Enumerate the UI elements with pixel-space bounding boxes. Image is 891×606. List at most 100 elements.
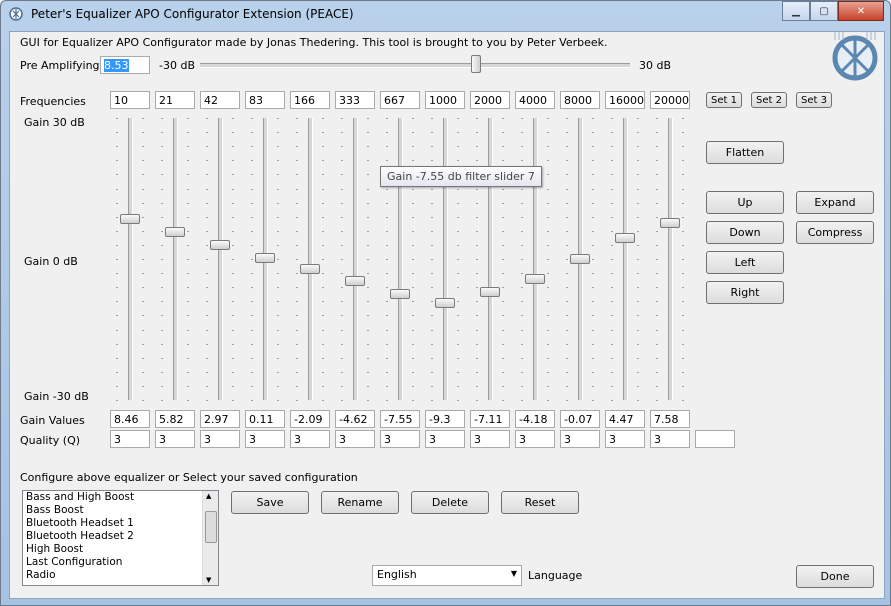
gain-value-field-4[interactable]: 0.11 bbox=[245, 410, 285, 428]
frequency-field-2[interactable]: 21 bbox=[155, 91, 195, 109]
eq-slider-track-9[interactable] bbox=[488, 118, 493, 400]
gain-value-field-12[interactable]: 4.47 bbox=[605, 410, 645, 428]
frequency-field-7[interactable]: 667 bbox=[380, 91, 420, 109]
quality-field-14[interactable] bbox=[695, 430, 735, 448]
frequency-field-12[interactable]: 16000 bbox=[605, 91, 645, 109]
right-button[interactable]: Right bbox=[706, 281, 784, 304]
preamp-slider-track[interactable] bbox=[200, 63, 630, 68]
gain-value-field-6[interactable]: -4.62 bbox=[335, 410, 375, 428]
set-2-button[interactable]: Set 2 bbox=[751, 92, 787, 108]
eq-slider-thumb-8[interactable] bbox=[435, 298, 455, 308]
quality-field-6[interactable]: 3 bbox=[335, 430, 375, 448]
gain-value-field-13[interactable]: 7.58 bbox=[650, 410, 690, 428]
quality-field-9[interactable]: 3 bbox=[470, 430, 510, 448]
eq-slider-thumb-6[interactable] bbox=[345, 276, 365, 286]
config-list-item[interactable]: Bluetooth Headset 2 bbox=[23, 530, 218, 543]
set-3-button[interactable]: Set 3 bbox=[796, 92, 832, 108]
maximize-button[interactable]: ▢ bbox=[810, 1, 838, 21]
save-button[interactable]: Save bbox=[231, 491, 309, 514]
left-button[interactable]: Left bbox=[706, 251, 784, 274]
frequency-field-4[interactable]: 83 bbox=[245, 91, 285, 109]
slider-tick bbox=[682, 189, 684, 190]
rename-button[interactable]: Rename bbox=[321, 491, 399, 514]
reset-button[interactable]: Reset bbox=[501, 491, 579, 514]
gain-value-field-2[interactable]: 5.82 bbox=[155, 410, 195, 428]
eq-slider-track-6[interactable] bbox=[353, 118, 358, 400]
eq-slider-track-10[interactable] bbox=[533, 118, 538, 400]
eq-slider-track-8[interactable] bbox=[443, 118, 448, 400]
eq-slider-thumb-10[interactable] bbox=[525, 274, 545, 284]
gain-value-field-9[interactable]: -7.11 bbox=[470, 410, 510, 428]
title-bar[interactable]: Peter's Equalizer APO Configurator Exten… bbox=[1, 1, 890, 27]
config-list-item[interactable]: Bass Boost bbox=[23, 504, 218, 517]
quality-field-11[interactable]: 3 bbox=[560, 430, 600, 448]
config-list-item[interactable]: Bass and High Boost bbox=[23, 491, 218, 504]
frequency-field-11[interactable]: 8000 bbox=[560, 91, 600, 109]
config-list-item[interactable]: Bluetooth Headset 1 bbox=[23, 517, 218, 530]
down-button[interactable]: Down bbox=[706, 221, 784, 244]
eq-slider-thumb-2[interactable] bbox=[165, 227, 185, 237]
set-1-button[interactable]: Set 1 bbox=[706, 92, 742, 108]
frequency-field-3[interactable]: 42 bbox=[200, 91, 240, 109]
eq-slider-thumb-1[interactable] bbox=[120, 214, 140, 224]
gain-value-field-10[interactable]: -4.18 bbox=[515, 410, 555, 428]
eq-slider-thumb-11[interactable] bbox=[570, 254, 590, 264]
preamp-slider-thumb[interactable] bbox=[471, 55, 481, 73]
flatten-button[interactable]: Flatten bbox=[706, 141, 784, 164]
eq-slider-thumb-9[interactable] bbox=[480, 287, 500, 297]
eq-slider-thumb-12[interactable] bbox=[615, 233, 635, 243]
eq-slider-thumb-5[interactable] bbox=[300, 264, 320, 274]
eq-slider-thumb-3[interactable] bbox=[210, 240, 230, 250]
quality-field-2[interactable]: 3 bbox=[155, 430, 195, 448]
eq-slider-track-3[interactable] bbox=[218, 118, 223, 400]
config-list-item[interactable]: High Boost bbox=[23, 543, 218, 556]
quality-field-13[interactable]: 3 bbox=[650, 430, 690, 448]
frequency-field-5[interactable]: 166 bbox=[290, 91, 330, 109]
quality-field-5[interactable]: 3 bbox=[290, 430, 330, 448]
up-button[interactable]: Up bbox=[706, 191, 784, 214]
quality-field-8[interactable]: 3 bbox=[425, 430, 465, 448]
eq-slider-track-1[interactable] bbox=[128, 118, 133, 400]
close-button[interactable]: ✕ bbox=[838, 1, 884, 21]
quality-field-12[interactable]: 3 bbox=[605, 430, 645, 448]
scroll-down-icon[interactable]: ▼ bbox=[206, 576, 211, 584]
frequency-field-10[interactable]: 4000 bbox=[515, 91, 555, 109]
eq-slider-thumb-13[interactable] bbox=[660, 218, 680, 228]
config-list-item[interactable]: Radio bbox=[23, 569, 218, 582]
quality-field-4[interactable]: 3 bbox=[245, 430, 285, 448]
compress-button[interactable]: Compress bbox=[796, 221, 874, 244]
frequency-field-9[interactable]: 2000 bbox=[470, 91, 510, 109]
frequency-field-1[interactable]: 10 bbox=[110, 91, 150, 109]
frequency-field-6[interactable]: 333 bbox=[335, 91, 375, 109]
eq-slider-track-12[interactable] bbox=[623, 118, 628, 400]
quality-field-1[interactable]: 3 bbox=[110, 430, 150, 448]
delete-button[interactable]: Delete bbox=[411, 491, 489, 514]
done-button[interactable]: Done bbox=[796, 565, 874, 588]
config-list-item[interactable]: Last Configuration bbox=[23, 556, 218, 569]
eq-slider-track-13[interactable] bbox=[668, 118, 673, 400]
eq-slider-track-2[interactable] bbox=[173, 118, 178, 400]
scroll-thumb[interactable] bbox=[205, 511, 217, 543]
quality-field-3[interactable]: 3 bbox=[200, 430, 240, 448]
gain-value-field-3[interactable]: 2.97 bbox=[200, 410, 240, 428]
scroll-up-icon[interactable]: ▲ bbox=[206, 492, 211, 500]
gain-value-field-8[interactable]: -9.3 bbox=[425, 410, 465, 428]
eq-slider-thumb-7[interactable] bbox=[390, 289, 410, 299]
quality-field-10[interactable]: 3 bbox=[515, 430, 555, 448]
gain-value-field-1[interactable]: 8.46 bbox=[110, 410, 150, 428]
gain-value-field-11[interactable]: -0.07 bbox=[560, 410, 600, 428]
frequency-field-13[interactable]: 20000 bbox=[650, 91, 690, 109]
gain-value-field-5[interactable]: -2.09 bbox=[290, 410, 330, 428]
eq-slider-thumb-4[interactable] bbox=[255, 253, 275, 263]
config-list-scrollbar[interactable]: ▲ ▼ bbox=[202, 491, 218, 585]
preamp-input[interactable]: 8.53 bbox=[100, 56, 150, 74]
eq-slider-track-5[interactable] bbox=[308, 118, 313, 400]
config-list[interactable]: Bass and High Boost Bass Boost Bluetooth H… bbox=[22, 490, 219, 586]
quality-field-7[interactable]: 3 bbox=[380, 430, 420, 448]
expand-button[interactable]: Expand bbox=[796, 191, 874, 214]
frequency-field-8[interactable]: 1000 bbox=[425, 91, 465, 109]
language-select[interactable]: English ▼ bbox=[372, 565, 522, 586]
eq-slider-track-7[interactable] bbox=[398, 118, 403, 400]
minimize-button[interactable]: ▁ bbox=[782, 1, 810, 21]
gain-value-field-7[interactable]: -7.55 bbox=[380, 410, 420, 428]
